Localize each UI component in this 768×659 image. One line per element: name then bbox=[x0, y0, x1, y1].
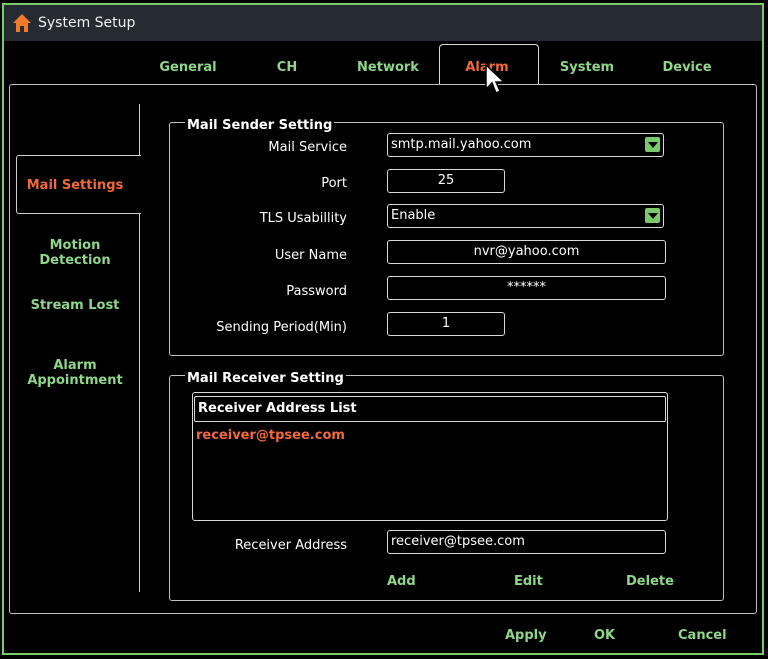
chevron-down-icon[interactable] bbox=[645, 137, 660, 152]
receiver-address-input[interactable]: receiver@tpsee.com bbox=[387, 530, 666, 554]
tls-value: Enable bbox=[391, 208, 436, 223]
home-icon bbox=[13, 14, 31, 32]
password-input[interactable]: ****** bbox=[387, 276, 666, 300]
mail-service-value: smtp.mail.yahoo.com bbox=[391, 137, 532, 152]
sidebar-item-mail-settings[interactable]: Mail Settings bbox=[13, 178, 137, 193]
mail-receiver-title: Mail Receiver Setting bbox=[185, 371, 346, 386]
password-label: Password bbox=[286, 284, 347, 299]
mail-service-dropdown[interactable]: smtp.mail.yahoo.com bbox=[387, 133, 664, 157]
tab-device[interactable]: Device bbox=[652, 60, 722, 75]
username-input[interactable]: nvr@yahoo.com bbox=[387, 240, 666, 264]
sidebar-item-motion-detection[interactable]: Motion Detection bbox=[13, 238, 137, 268]
port-label: Port bbox=[321, 176, 347, 191]
title-bar: System Setup bbox=[4, 5, 762, 41]
cancel-button[interactable]: Cancel bbox=[678, 628, 727, 643]
tls-label: TLS Usabillity bbox=[259, 211, 347, 226]
receiver-list-header: Receiver Address List bbox=[194, 396, 666, 422]
sidebar-item-stream-lost[interactable]: Stream Lost bbox=[13, 298, 137, 313]
apply-button[interactable]: Apply bbox=[505, 628, 547, 643]
tab-system[interactable]: System bbox=[552, 60, 622, 75]
mail-service-label: Mail Service bbox=[268, 140, 347, 155]
delete-button[interactable]: Delete bbox=[626, 574, 674, 589]
receiver-address-label: Receiver Address bbox=[234, 538, 347, 553]
sending-period-label: Sending Period(Min) bbox=[216, 320, 347, 335]
window-title: System Setup bbox=[38, 15, 136, 31]
list-item[interactable]: receiver@tpsee.com bbox=[196, 428, 345, 443]
port-input[interactable]: 25 bbox=[387, 169, 505, 193]
sidebar-item-alarm-appointment[interactable]: Alarm Appointment bbox=[13, 358, 137, 388]
add-button[interactable]: Add bbox=[387, 574, 416, 589]
chevron-down-icon[interactable] bbox=[645, 208, 660, 223]
tab-general[interactable]: General bbox=[153, 60, 223, 75]
tab-network[interactable]: Network bbox=[353, 60, 423, 75]
sending-period-input[interactable]: 1 bbox=[387, 312, 505, 336]
username-label: User Name bbox=[274, 248, 347, 263]
mail-sender-title: Mail Sender Setting bbox=[185, 118, 335, 133]
tls-dropdown[interactable]: Enable bbox=[387, 204, 664, 228]
tab-ch[interactable]: CH bbox=[262, 60, 312, 75]
mouse-cursor-icon bbox=[485, 64, 506, 95]
ok-button[interactable]: OK bbox=[594, 628, 615, 643]
edit-button[interactable]: Edit bbox=[514, 574, 543, 589]
